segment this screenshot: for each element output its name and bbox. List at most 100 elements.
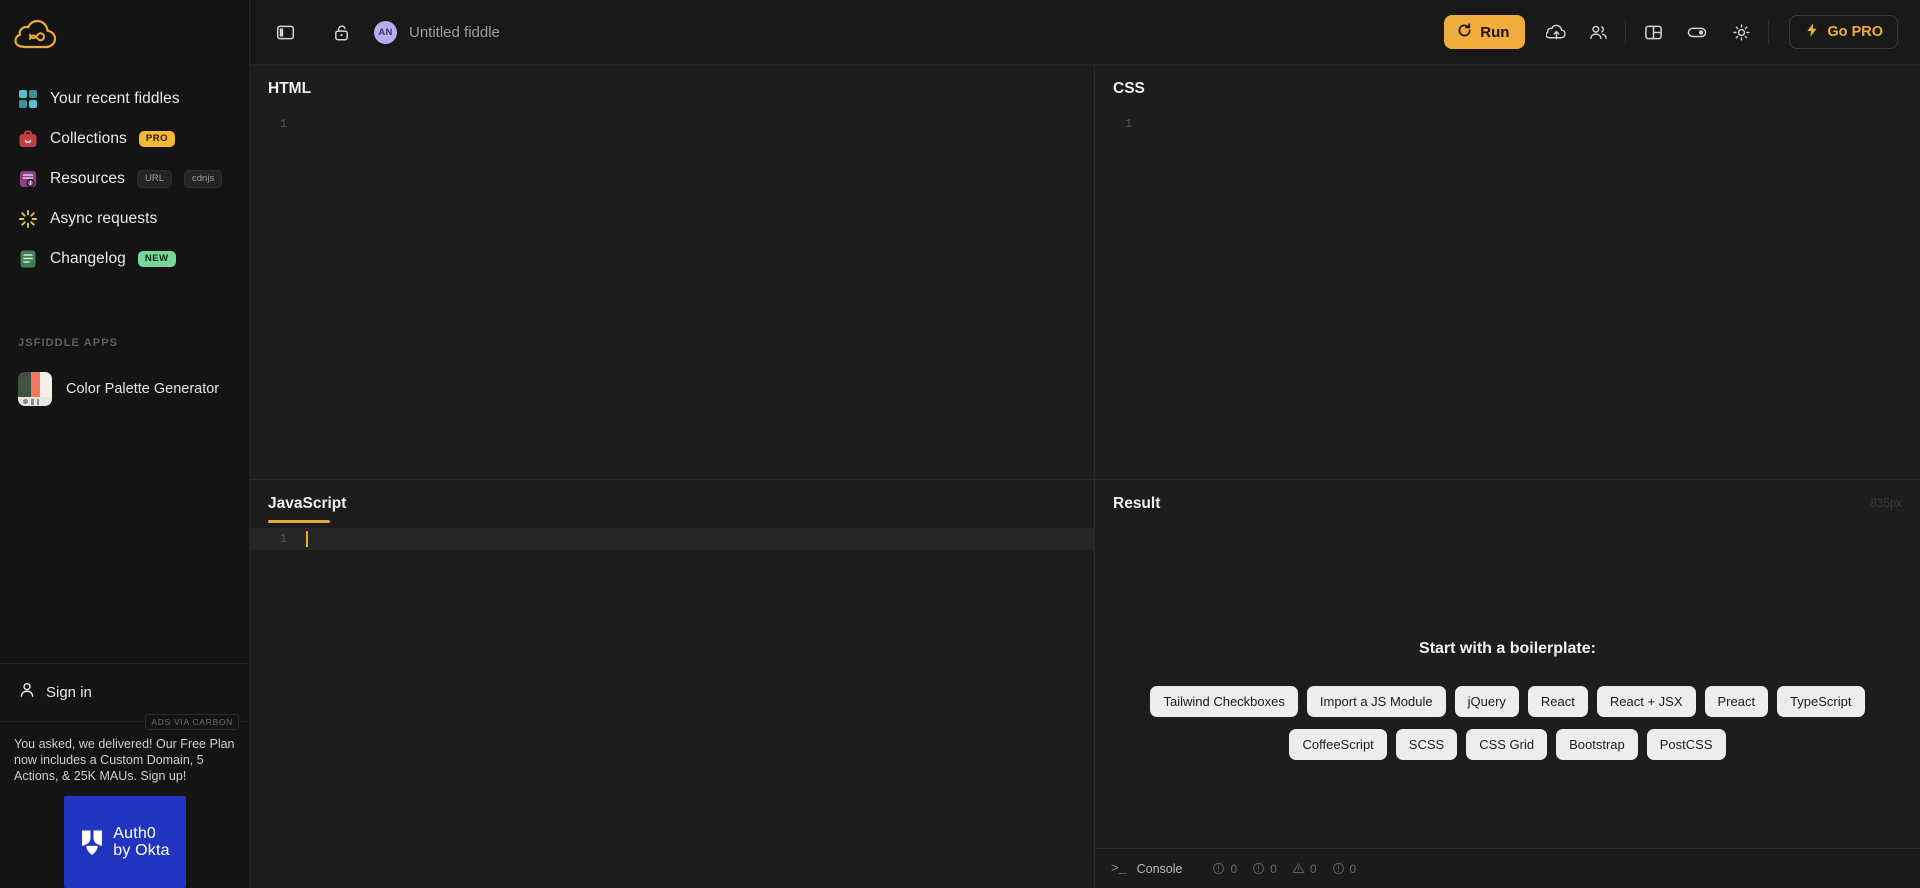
jsfiddle-app: Your recent fiddles Collections PRO Reso…: [0, 0, 1920, 888]
pro-badge: PRO: [138, 131, 176, 147]
theme-brightness-button[interactable]: [1724, 15, 1758, 49]
ad-text[interactable]: You asked, we delivered! Our Free Plan n…: [14, 736, 235, 784]
console-counter-warning[interactable]: 0: [1292, 862, 1317, 876]
boilerplate-typescript[interactable]: TypeScript: [1777, 686, 1865, 717]
active-pane-indicator: [268, 520, 330, 523]
pane-title: CSS: [1113, 80, 1145, 97]
console-bar: >_ Console 0 0 0 0: [1095, 848, 1920, 888]
cloud-infinity-logo: [14, 19, 57, 48]
fiddle-title-input[interactable]: Untitled fiddle: [409, 24, 500, 41]
ads-via-carbon-label[interactable]: ADS VIA CARBON: [145, 714, 239, 730]
collaborate-button[interactable]: [1581, 15, 1615, 49]
console-counter-error[interactable]: 0: [1252, 862, 1277, 876]
console-prompt-icon[interactable]: >_: [1111, 861, 1127, 876]
cdnjs-badge[interactable]: cdnjs: [184, 170, 223, 188]
code-line: 1: [1095, 113, 1920, 135]
toolbar-divider-2: [1768, 20, 1770, 44]
pane-javascript: JavaScript 1: [250, 480, 1095, 888]
sidebar-item-collections[interactable]: Collections PRO: [0, 119, 249, 159]
ad-image-auth0[interactable]: Auth0 by Okta: [63, 796, 186, 888]
code-line: 1: [250, 528, 1094, 550]
sidebar-item-label: Changelog: [50, 250, 126, 267]
go-pro-button[interactable]: Go PRO: [1789, 15, 1898, 49]
counter-value: 0: [1309, 861, 1317, 876]
boilerplate-tailwind-checkboxes[interactable]: Tailwind Checkboxes: [1150, 686, 1298, 717]
sidebar-item-changelog[interactable]: Changelog NEW: [0, 239, 249, 279]
boilerplate-css-grid[interactable]: CSS Grid: [1466, 729, 1548, 760]
console-label[interactable]: Console: [1137, 862, 1183, 876]
boilerplate-postcss[interactable]: PostCSS: [1646, 729, 1726, 760]
go-pro-label: Go PRO: [1827, 24, 1883, 40]
sign-in-label: Sign in: [46, 684, 92, 701]
boilerplate-preact[interactable]: Preact: [1704, 686, 1769, 717]
boilerplate-react[interactable]: React: [1527, 686, 1588, 717]
boilerplate-jquery[interactable]: jQuery: [1454, 686, 1519, 717]
grid-squares-icon: [18, 89, 38, 109]
sidebar-item-your-recent-fiddles[interactable]: Your recent fiddles: [0, 79, 249, 119]
boilerplate-rows: Tailwind Checkboxes Import a JS Module j…: [1150, 686, 1865, 760]
console-counter-info[interactable]: 0: [1212, 862, 1237, 876]
avatar[interactable]: AN: [374, 20, 397, 44]
editor-grid: HTML 1 CSS 1 JavaScript 1 Result 835px S…: [250, 65, 1920, 888]
sidebar-item-resources[interactable]: Resources URL cdnjs: [0, 159, 249, 199]
sidebar-item-async-requests[interactable]: Async requests: [0, 199, 249, 239]
top-toolbar: AN Untitled fiddle Run Go PRO: [250, 0, 1920, 65]
panel-toggle-switch[interactable]: [1680, 15, 1714, 49]
boilerplate-title: Start with a boilerplate:: [1419, 640, 1596, 657]
app-label: Color Palette Generator: [66, 381, 220, 397]
save-button[interactable]: [1539, 15, 1573, 49]
pane-header-javascript: JavaScript: [250, 480, 1094, 528]
sidebar-app-color-palette-generator[interactable]: Color Palette Generator: [0, 365, 249, 413]
css-editor[interactable]: 1: [1095, 113, 1920, 479]
boilerplate-react-jsx[interactable]: React + JSX: [1596, 686, 1696, 717]
sidebar-toggle-button[interactable]: [268, 15, 302, 49]
ad-image-line1: Auth0: [113, 824, 157, 842]
resources-icon: [18, 169, 38, 189]
boilerplate-row-2: CoffeeScript SCSS CSS Grid Bootstrap Pos…: [1289, 729, 1726, 760]
main-area: AN Untitled fiddle Run Go PRO HTML 1 CSS…: [250, 0, 1920, 888]
app-thumbnail: [18, 372, 52, 406]
result-width-label: 835px: [1870, 498, 1902, 510]
pane-result: Result 835px Start with a boilerplate: T…: [1095, 480, 1920, 888]
sidebar-item-label: Resources: [50, 170, 125, 187]
text-caret: [306, 531, 308, 547]
sidebar-item-label: Async requests: [50, 210, 158, 227]
info-circle-icon: [1213, 862, 1225, 875]
lock-toggle-button[interactable]: [324, 15, 358, 49]
lightning-bolt-icon: [1804, 22, 1820, 42]
pane-title: Result: [1113, 495, 1161, 512]
boilerplate-scss[interactable]: SCSS: [1395, 729, 1458, 760]
pane-header-css: CSS: [1095, 65, 1920, 113]
console-counter-debug[interactable]: 0: [1332, 862, 1356, 876]
javascript-editor[interactable]: 1: [250, 528, 1094, 888]
editor-row-bottom: JavaScript 1 Result 835px Start with a b…: [250, 480, 1920, 888]
ad-container: ADS VIA CARBON You asked, we delivered! …: [0, 714, 249, 888]
briefcase-icon: [18, 129, 38, 149]
html-editor[interactable]: 1: [250, 113, 1094, 479]
result-body: Start with a boilerplate: Tailwind Check…: [1095, 528, 1920, 848]
pane-html: HTML 1: [250, 65, 1095, 480]
boilerplate-import-a-js-module[interactable]: Import a JS Module: [1306, 686, 1446, 717]
boilerplate-bootstrap[interactable]: Bootstrap: [1556, 729, 1638, 760]
sidebar: Your recent fiddles Collections PRO Reso…: [0, 0, 250, 888]
code-line: 1: [250, 113, 1094, 135]
refresh-run-icon: [1456, 22, 1473, 43]
console-counters: 0 0 0 0: [1212, 862, 1356, 876]
line-number: 1: [280, 532, 287, 546]
toolbar-divider: [1625, 20, 1627, 44]
layout-button[interactable]: [1636, 15, 1670, 49]
warning-triangle-icon: [1292, 863, 1305, 874]
line-content: [298, 531, 1094, 547]
pane-title: JavaScript: [268, 495, 347, 512]
sidebar-nav: Your recent fiddles Collections PRO Reso…: [0, 65, 249, 279]
ad-image-line2: by Okta: [113, 842, 170, 859]
url-badge[interactable]: URL: [137, 170, 173, 188]
sign-in-button[interactable]: Sign in: [0, 663, 249, 721]
logo-area[interactable]: [0, 0, 249, 65]
sidebar-item-label: Collections: [50, 130, 127, 147]
run-button[interactable]: Run: [1444, 15, 1526, 49]
boilerplate-coffeescript[interactable]: CoffeeScript: [1289, 729, 1387, 760]
pane-title: HTML: [268, 80, 312, 97]
debug-circle-icon: [1332, 862, 1344, 875]
